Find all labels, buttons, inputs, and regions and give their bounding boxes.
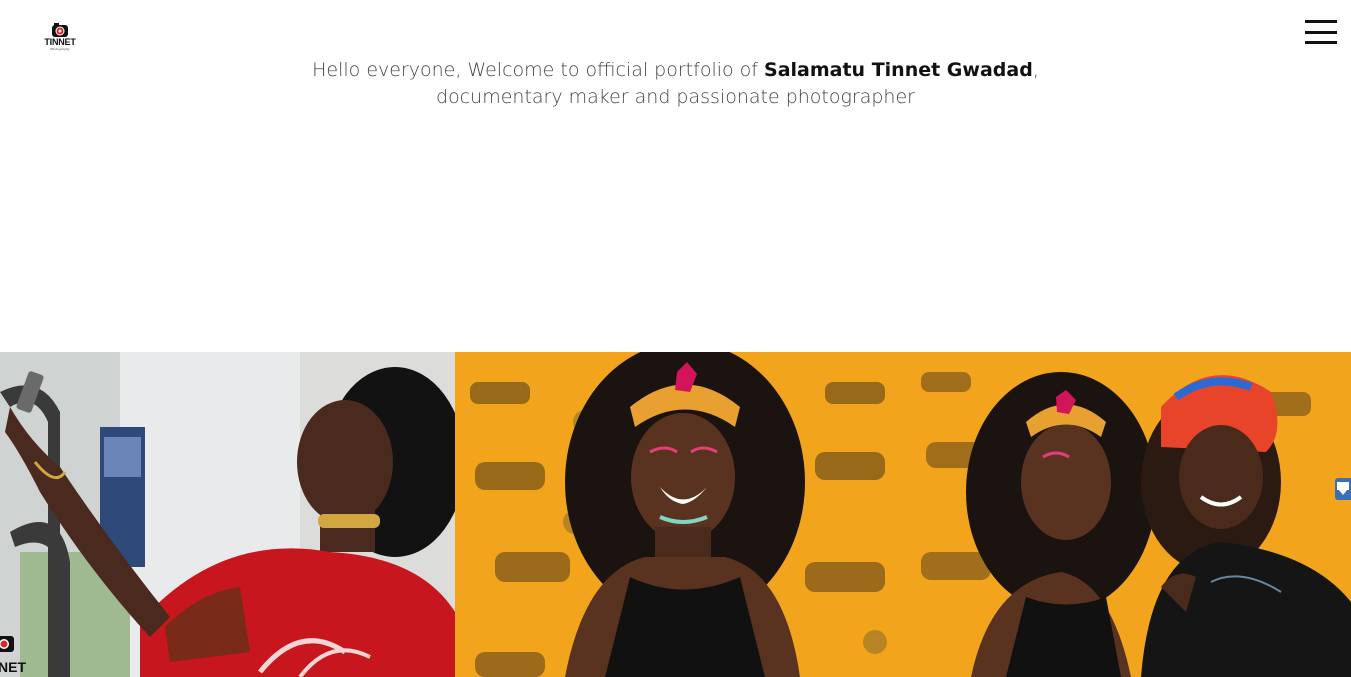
- menu-bar: [1305, 41, 1337, 44]
- logo-subtext: Photography: [50, 47, 70, 51]
- hamburger-menu-icon[interactable]: [1305, 20, 1337, 44]
- photo-gallery: [0, 352, 1351, 677]
- intro-greeting: Hello everyone, Welcome to official port…: [312, 59, 765, 81]
- menu-bar: [1305, 20, 1337, 23]
- menu-bar: [1305, 30, 1337, 34]
- intro-text: Hello everyone, Welcome to official port…: [0, 57, 1351, 111]
- site-logo[interactable]: TINNET Photography: [44, 22, 76, 56]
- intro-comma: ,: [1032, 59, 1039, 81]
- download-arrow-icon: [1337, 482, 1349, 495]
- gallery-photo-two-women[interactable]: [911, 352, 1351, 677]
- gallery-photo-selfie[interactable]: [0, 352, 455, 677]
- intro-line-1: Hello everyone, Welcome to official port…: [0, 57, 1351, 84]
- page: TINNET Photography Hello everyone, Welco…: [0, 0, 1351, 677]
- intro-tagline: documentary maker and passionate photogr…: [436, 86, 915, 108]
- watermark-text: NET: [0, 659, 26, 675]
- camera-icon: [52, 23, 68, 37]
- photo-watermark: NET: [0, 632, 26, 677]
- photographer-name: Salamatu Tinnet Gwadad: [764, 59, 1033, 81]
- logo-text: TINNET: [44, 37, 76, 47]
- gallery-photo-smiling-woman[interactable]: [455, 352, 911, 677]
- side-download-tab[interactable]: [1335, 478, 1351, 500]
